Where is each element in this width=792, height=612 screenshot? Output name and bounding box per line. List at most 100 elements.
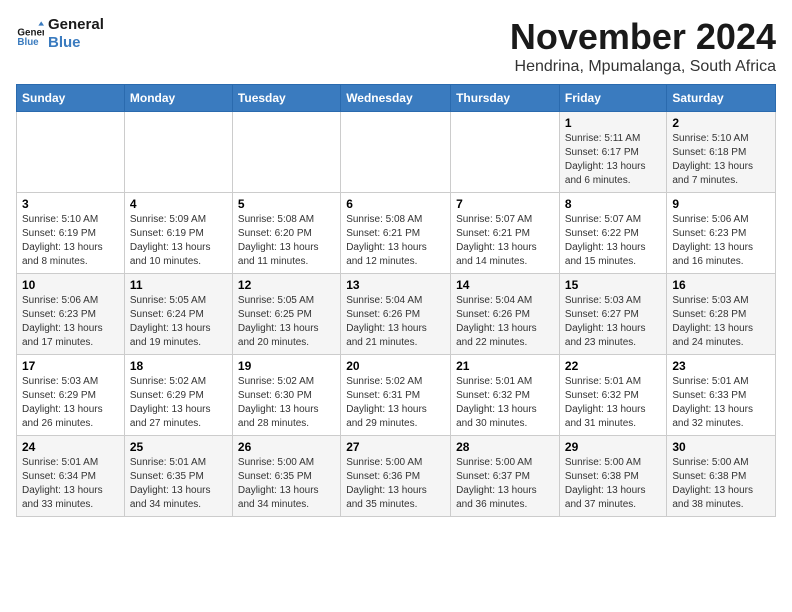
day-number: 29 [565,440,661,454]
day-number: 25 [130,440,227,454]
calendar-cell: 11 Sunrise: 5:05 AM Sunset: 6:24 PM Dayli… [124,274,232,355]
day-number: 19 [238,359,335,373]
calendar-cell: 2Sunrise: 5:10 AM Sunset: 6:18 PM Daylig… [667,112,776,193]
day-number: 28 [456,440,554,454]
day-number: 12 [238,278,335,292]
day-info: Sunrise: 5:06 AM Sunset: 6:23 PM Dayligh… [22,294,119,350]
day-number: 11 [130,278,227,292]
day-info: Sunrise: 5:01 AM Sunset: 6:32 PM Dayligh… [565,375,661,431]
day-info: Sunrise: 5:03 AM Sunset: 6:27 PM Dayligh… [565,294,661,350]
calendar-cell: 22 Sunrise: 5:01 AM Sunset: 6:32 PM Dayli… [559,355,666,436]
calendar-week-2: 3Sunrise: 5:10 AM Sunset: 6:19 PM Daylig… [17,193,776,274]
day-info: Sunrise: 5:09 AM Sunset: 6:19 PM Dayligh… [130,213,227,269]
calendar-cell: 29Sunrise: 5:00 AM Sunset: 6:38 PM Dayli… [559,436,666,517]
calendar-body: 1 Sunrise: 5:11 AM Sunset: 6:17 PM Daylig… [17,112,776,517]
calendar-cell: 14Sunrise: 5:04 AM Sunset: 6:26 PM Dayli… [451,274,560,355]
day-number: 27 [346,440,445,454]
day-info: Sunrise: 5:00 AM Sunset: 6:38 PM Dayligh… [672,456,770,512]
calendar-cell: 5 Sunrise: 5:08 AM Sunset: 6:20 PM Daylig… [232,193,340,274]
calendar-cell: 21 Sunrise: 5:01 AM Sunset: 6:32 PM Dayli… [451,355,560,436]
day-number: 13 [346,278,445,292]
calendar-cell [451,112,560,193]
logo: General Blue General Blue [16,16,104,52]
day-info: Sunrise: 5:01 AM Sunset: 6:32 PM Dayligh… [456,375,554,431]
day-number: 1 [565,116,661,130]
day-number: 20 [346,359,445,373]
day-info: Sunrise: 5:02 AM Sunset: 6:31 PM Dayligh… [346,375,445,431]
day-header-friday: Friday [559,85,666,112]
page-header: General Blue General Blue November 2024 … [16,16,776,76]
calendar-cell: 8 Sunrise: 5:07 AM Sunset: 6:22 PM Daylig… [559,193,666,274]
svg-text:Blue: Blue [17,37,39,48]
calendar-cell: 1 Sunrise: 5:11 AM Sunset: 6:17 PM Daylig… [559,112,666,193]
calendar-cell [124,112,232,193]
day-header-tuesday: Tuesday [232,85,340,112]
day-info: Sunrise: 5:11 AM Sunset: 6:17 PM Dayligh… [565,132,661,188]
day-number: 26 [238,440,335,454]
logo-line1: General [48,16,104,34]
day-info: Sunrise: 5:02 AM Sunset: 6:29 PM Dayligh… [130,375,227,431]
calendar-cell: 19 Sunrise: 5:02 AM Sunset: 6:30 PM Dayli… [232,355,340,436]
day-header-sunday: Sunday [17,85,125,112]
day-info: Sunrise: 5:01 AM Sunset: 6:34 PM Dayligh… [22,456,119,512]
day-number: 30 [672,440,770,454]
day-number: 8 [565,197,661,211]
day-header-thursday: Thursday [451,85,560,112]
day-info: Sunrise: 5:00 AM Sunset: 6:36 PM Dayligh… [346,456,445,512]
day-number: 10 [22,278,119,292]
day-number: 15 [565,278,661,292]
day-number: 16 [672,278,770,292]
calendar-cell: 6Sunrise: 5:08 AM Sunset: 6:21 PM Daylig… [341,193,451,274]
calendar-cell [17,112,125,193]
calendar-cell: 30 Sunrise: 5:00 AM Sunset: 6:38 PM Dayli… [667,436,776,517]
day-info: Sunrise: 5:02 AM Sunset: 6:30 PM Dayligh… [238,375,335,431]
day-number: 23 [672,359,770,373]
day-info: Sunrise: 5:07 AM Sunset: 6:22 PM Dayligh… [565,213,661,269]
day-info: Sunrise: 5:04 AM Sunset: 6:26 PM Dayligh… [346,294,445,350]
calendar-cell: 16Sunrise: 5:03 AM Sunset: 6:28 PM Dayli… [667,274,776,355]
day-info: Sunrise: 5:05 AM Sunset: 6:24 PM Dayligh… [130,294,227,350]
calendar-cell: 3Sunrise: 5:10 AM Sunset: 6:19 PM Daylig… [17,193,125,274]
day-info: Sunrise: 5:08 AM Sunset: 6:20 PM Dayligh… [238,213,335,269]
day-number: 9 [672,197,770,211]
day-info: Sunrise: 5:03 AM Sunset: 6:29 PM Dayligh… [22,375,119,431]
day-number: 21 [456,359,554,373]
calendar-week-3: 10 Sunrise: 5:06 AM Sunset: 6:23 PM Dayli… [17,274,776,355]
calendar-cell: 28 Sunrise: 5:00 AM Sunset: 6:37 PM Dayli… [451,436,560,517]
calendar-week-1: 1 Sunrise: 5:11 AM Sunset: 6:17 PM Daylig… [17,112,776,193]
day-info: Sunrise: 5:05 AM Sunset: 6:25 PM Dayligh… [238,294,335,350]
title-area: November 2024 Hendrina, Mpumalanga, Sout… [510,16,776,76]
calendar-cell: 15 Sunrise: 5:03 AM Sunset: 6:27 PM Dayli… [559,274,666,355]
calendar-cell [341,112,451,193]
day-number: 7 [456,197,554,211]
day-number: 5 [238,197,335,211]
calendar-cell: 7Sunrise: 5:07 AM Sunset: 6:21 PM Daylig… [451,193,560,274]
calendar-cell: 4Sunrise: 5:09 AM Sunset: 6:19 PM Daylig… [124,193,232,274]
day-number: 6 [346,197,445,211]
day-info: Sunrise: 5:06 AM Sunset: 6:23 PM Dayligh… [672,213,770,269]
day-info: Sunrise: 5:00 AM Sunset: 6:35 PM Dayligh… [238,456,335,512]
calendar-cell: 10 Sunrise: 5:06 AM Sunset: 6:23 PM Dayli… [17,274,125,355]
day-number: 22 [565,359,661,373]
logo-line2: Blue [48,34,104,52]
calendar-cell: 20 Sunrise: 5:02 AM Sunset: 6:31 PM Dayli… [341,355,451,436]
day-info: Sunrise: 5:10 AM Sunset: 6:19 PM Dayligh… [22,213,119,269]
calendar-cell: 23Sunrise: 5:01 AM Sunset: 6:33 PM Dayli… [667,355,776,436]
day-number: 17 [22,359,119,373]
day-number: 18 [130,359,227,373]
calendar-cell: 24Sunrise: 5:01 AM Sunset: 6:34 PM Dayli… [17,436,125,517]
calendar-cell: 26 Sunrise: 5:00 AM Sunset: 6:35 PM Dayli… [232,436,340,517]
calendar-cell: 27 Sunrise: 5:00 AM Sunset: 6:36 PM Dayli… [341,436,451,517]
day-info: Sunrise: 5:00 AM Sunset: 6:37 PM Dayligh… [456,456,554,512]
calendar-cell: 9 Sunrise: 5:06 AM Sunset: 6:23 PM Daylig… [667,193,776,274]
day-info: Sunrise: 5:01 AM Sunset: 6:35 PM Dayligh… [130,456,227,512]
calendar-cell [232,112,340,193]
day-info: Sunrise: 5:04 AM Sunset: 6:26 PM Dayligh… [456,294,554,350]
calendar-cell: 17 Sunrise: 5:03 AM Sunset: 6:29 PM Dayli… [17,355,125,436]
day-header-monday: Monday [124,85,232,112]
subtitle: Hendrina, Mpumalanga, South Africa [510,58,776,76]
day-info: Sunrise: 5:10 AM Sunset: 6:18 PM Dayligh… [672,132,770,188]
calendar-cell: 12 Sunrise: 5:05 AM Sunset: 6:25 PM Dayli… [232,274,340,355]
day-header-wednesday: Wednesday [341,85,451,112]
month-title: November 2024 [510,16,776,58]
